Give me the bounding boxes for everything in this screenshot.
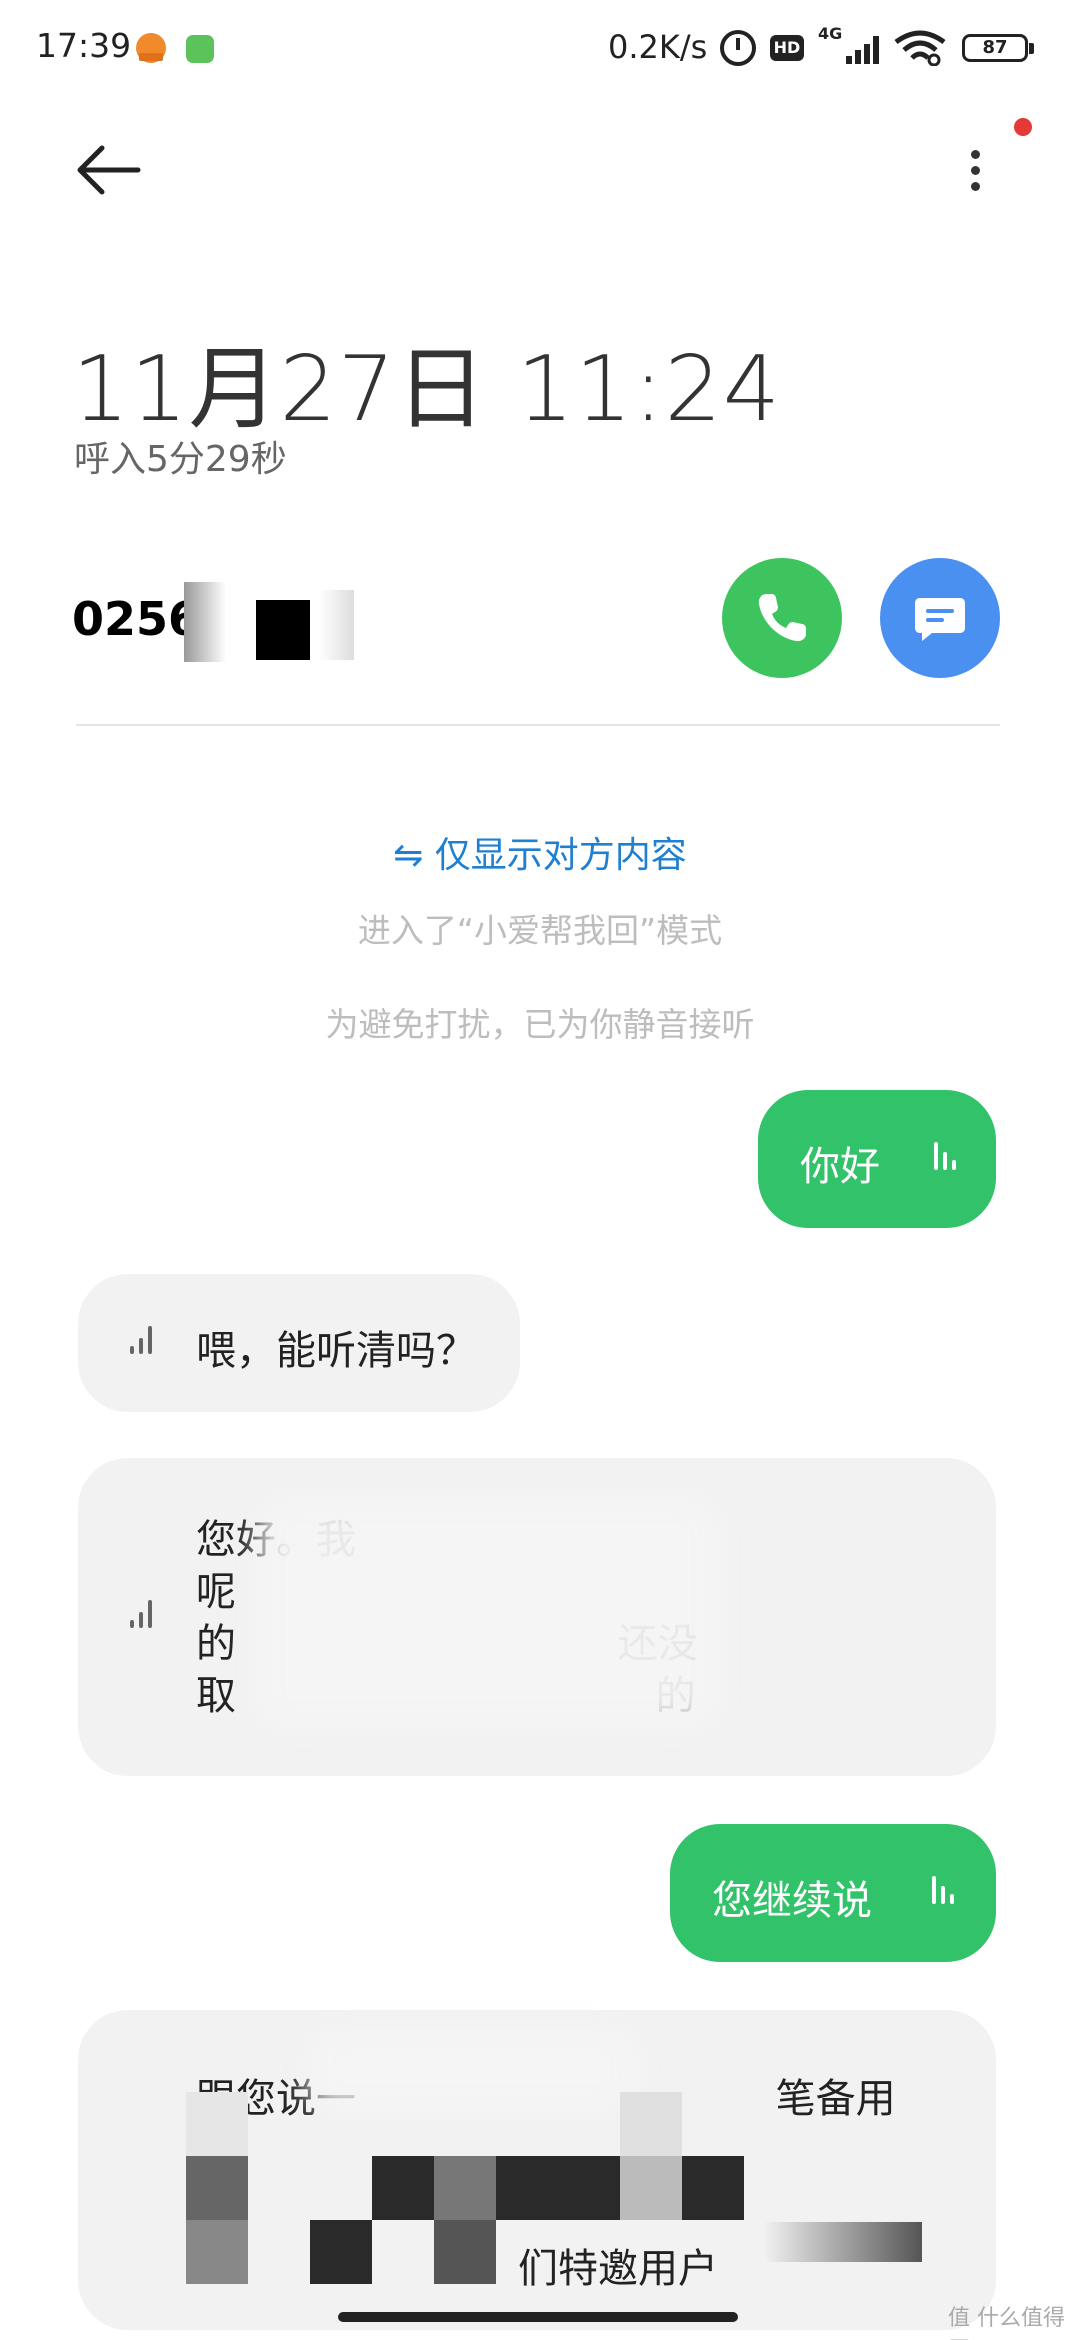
message-bubble-received[interactable]: 跟您说一 笔备用 们特邀用户 <box>78 2010 996 2330</box>
system-note: 进入了“小爱帮我回”模式 <box>357 911 723 950</box>
send-message-button[interactable] <box>880 558 1000 678</box>
call-duration: 呼入5分29秒 <box>74 439 287 480</box>
notification-app-icon <box>136 33 166 63</box>
pixel-mask <box>186 2092 248 2156</box>
phone-icon <box>758 594 806 642</box>
alarm-icon <box>720 30 756 66</box>
show-other-party-only-toggle[interactable]: ⇋ 仅显示对方内容 <box>0 826 1080 878</box>
redaction-mask <box>184 582 254 662</box>
call-date-time: 11月27日 11:24 <box>72 337 782 442</box>
status-time: 17:39 <box>36 26 132 65</box>
notification-dot <box>1014 118 1032 136</box>
notification-android-icon <box>186 35 214 63</box>
wifi-icon <box>894 30 946 66</box>
call-back-button[interactable] <box>722 558 842 678</box>
pixel-mask <box>762 2222 922 2262</box>
message-text: 您继续说 <box>712 1878 872 1924</box>
watermark: 值 什么值得买 <box>948 2306 1065 2340</box>
voice-wave-icon <box>928 1874 964 1910</box>
message-bubble-sent[interactable]: 您继续说 <box>670 1824 996 1962</box>
system-note: 为避免打扰，已为你静音接听 <box>325 1005 755 1044</box>
battery-icon: 87 <box>962 34 1034 62</box>
pixel-mask <box>186 2156 248 2220</box>
message-text: 你好 <box>800 1144 880 1190</box>
pixel-mask <box>186 2220 248 2284</box>
back-arrow-icon[interactable] <box>70 140 150 200</box>
message-text: 喂，能听清吗？ <box>196 1328 476 1374</box>
hd-icon: HD <box>770 35 804 61</box>
pixel-mask <box>620 2092 682 2156</box>
voice-wave-icon <box>930 1140 966 1176</box>
signal-icon <box>838 32 880 64</box>
message-bubble-received[interactable]: 您好。我 呢 的 还没 取 的 <box>78 1458 996 1776</box>
voice-wave-icon <box>126 1598 162 1634</box>
pixel-mask <box>682 2156 744 2220</box>
home-indicator[interactable] <box>338 2312 738 2322</box>
pixel-mask <box>434 2156 496 2220</box>
redaction-mask <box>310 590 354 660</box>
more-options-icon[interactable] <box>960 140 990 200</box>
message-icon <box>915 598 965 641</box>
network-speed: 0.2K/s <box>608 28 708 66</box>
pixel-mask <box>372 2156 434 2220</box>
blur-mask <box>258 1498 718 1728</box>
message-text: 们特邀用户 <box>518 2246 718 2292</box>
status-bar: 17:39 0.2K/s HD 4G 87 <box>0 0 1080 96</box>
pixel-mask <box>620 2156 682 2220</box>
divider <box>76 724 1000 726</box>
voice-wave-icon <box>126 1324 162 1360</box>
redaction-mask <box>256 600 310 660</box>
pixel-mask <box>310 2220 372 2284</box>
message-bubble-sent[interactable]: 你好 <box>758 1090 996 1228</box>
message-bubble-received[interactable]: 喂，能听清吗？ <box>78 1274 520 1412</box>
pixel-mask <box>434 2220 496 2284</box>
pixel-mask <box>496 2156 558 2220</box>
blur-mask <box>308 2030 638 2110</box>
pixel-mask <box>558 2156 620 2220</box>
